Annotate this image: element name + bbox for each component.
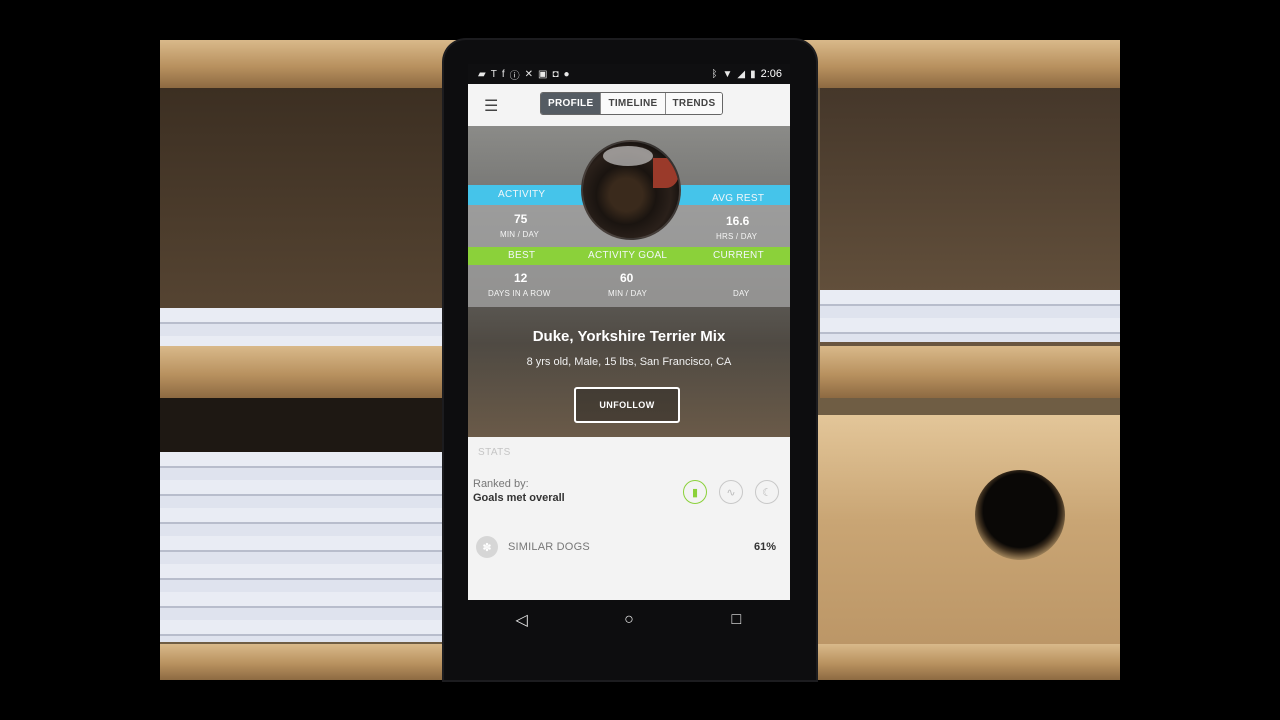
dog-name: Duke, Yorkshire Terrier Mix	[532, 328, 726, 345]
similar-dogs-label: SIMILAR DOGS	[508, 541, 590, 553]
unfollow-button[interactable]: UNFOLLOW	[574, 387, 680, 423]
tab-timeline[interactable]: TIMELINE	[600, 93, 665, 114]
activity-unit: MIN / DAY	[500, 230, 539, 239]
battery-icon: ▮	[750, 68, 756, 80]
papers-left-top	[160, 308, 450, 348]
android-icon: ●	[563, 68, 570, 80]
best-unit: DAYS IN A ROW	[488, 289, 551, 298]
avatar-highlight	[603, 146, 653, 166]
status-right-icons: ᛒ ▼ ◢ ▮ 2:06	[711, 68, 782, 80]
hamburger-menu-icon[interactable]: ☰	[484, 96, 498, 116]
tools-icon: ✕	[524, 68, 533, 80]
ranked-by-value: Goals met overall	[473, 492, 565, 504]
tab-profile[interactable]: PROFILE	[541, 93, 601, 114]
status-bar: ▰ T f ⓘ ✕ ▣ ◘ ● ᛒ ▼ ◢ ▮ 2:06	[468, 64, 790, 84]
papers-right-top	[820, 290, 1120, 342]
tab-group: PROFILE TIMELINE TRENDS	[540, 92, 724, 115]
paw-icon: ✽	[476, 536, 498, 558]
activity-goal-label: ACTIVITY GOAL	[588, 250, 668, 261]
status-left-icons: ▰ T f ⓘ ✕ ▣ ◘ ●	[478, 67, 570, 82]
home-icon[interactable]: ○	[614, 611, 644, 629]
dog-info: 8 yrs old, Male, 15 lbs, San Francisco, …	[526, 356, 732, 368]
avg-rest-value: 16.6	[726, 214, 750, 228]
camera-icon: ◘	[552, 68, 559, 80]
photos-icon: ▣	[537, 68, 548, 80]
rank-rest-button[interactable]: ☾	[755, 480, 779, 504]
drawer-handle-hole	[975, 470, 1065, 560]
back-icon[interactable]: ◁	[507, 610, 537, 630]
best-value: 12	[514, 271, 528, 285]
shelf-middle-right	[820, 346, 1120, 398]
activity-label: ACTIVITY	[498, 189, 546, 200]
stats-section: STATS Ranked by: Goals met overall ▮ ∿ ☾…	[468, 437, 790, 620]
best-label: BEST	[508, 250, 536, 261]
avg-rest-unit: HRS / DAY	[716, 232, 758, 241]
avatar-red-object	[653, 158, 679, 188]
ranked-by-label: Ranked by:	[473, 478, 529, 490]
bluetooth-icon: ᛒ	[711, 68, 718, 80]
papers-left-bottom	[160, 452, 450, 642]
facebook-icon: f	[501, 68, 505, 80]
moon-icon: ☾	[762, 486, 772, 499]
text-icon: T	[490, 68, 497, 80]
current-label: CURRENT	[713, 250, 764, 261]
activity-goal-value: 60	[620, 271, 634, 285]
stats-header: STATS	[478, 447, 511, 458]
activity-value: 75	[514, 212, 528, 226]
phone-screen: ▰ T f ⓘ ✕ ▣ ◘ ● ᛒ ▼ ◢ ▮ 2:06 ☰ PROFILE T…	[468, 64, 790, 640]
signal-icon: ◢	[737, 68, 746, 80]
status-time: 2:06	[760, 68, 782, 80]
rank-activity-button[interactable]: ∿	[719, 480, 743, 504]
similar-dogs-percent: 61%	[753, 541, 776, 553]
recents-icon[interactable]: □	[721, 611, 751, 629]
profile-hero: ACTIVITY 75 MIN / DAY AVG REST 16.6 HRS …	[468, 126, 790, 437]
shelf-middle-left	[160, 346, 450, 398]
app-bar: ☰ PROFILE TIMELINE TRENDS	[468, 84, 790, 126]
similar-dogs-row[interactable]: ✽ SIMILAR DOGS 61%	[476, 535, 776, 559]
pulse-icon: ∿	[726, 486, 736, 499]
info-icon: ⓘ	[509, 70, 520, 82]
activity-goal-unit: MIN / DAY	[608, 289, 647, 298]
bookmark-icon: ▮	[691, 486, 699, 499]
android-nav-bar: ◁ ○ □	[468, 600, 790, 640]
avg-rest-label: AVG REST	[712, 193, 765, 204]
dog-avatar	[581, 140, 681, 240]
notification-icon: ▰	[478, 68, 486, 80]
drawer-front	[815, 415, 1120, 680]
rank-goals-button[interactable]: ▮	[683, 480, 707, 504]
tab-trends[interactable]: TRENDS	[664, 93, 723, 114]
current-unit: DAY	[733, 289, 750, 298]
wifi-icon: ▼	[722, 68, 733, 80]
